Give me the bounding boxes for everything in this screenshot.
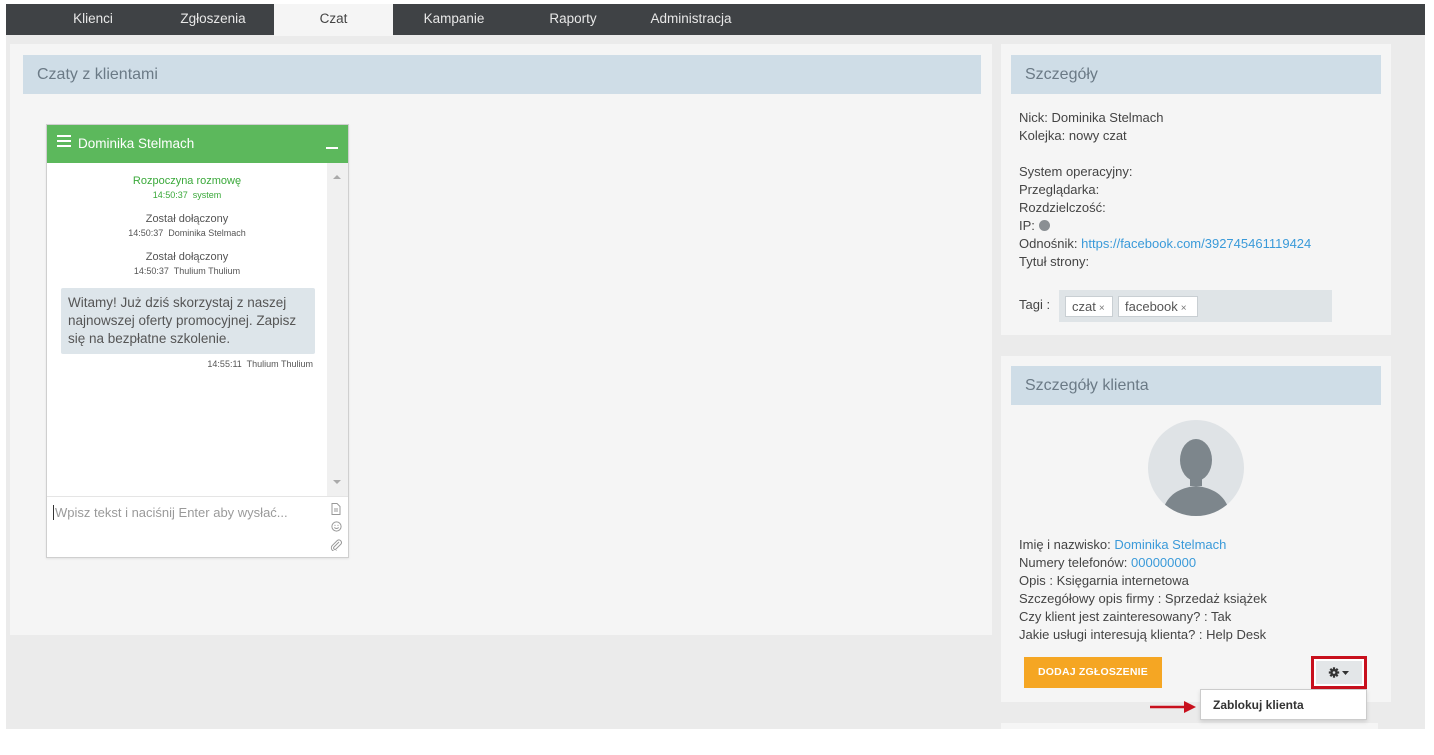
client-avatar bbox=[1148, 420, 1244, 516]
tag-chip: czat × bbox=[1065, 296, 1113, 317]
minimize-icon[interactable] bbox=[326, 133, 338, 149]
chat-scrollbar[interactable] bbox=[327, 163, 348, 496]
queue-line: Kolejka: nowy czat bbox=[1019, 128, 1127, 143]
page-title-line: Tytuł strony: bbox=[1019, 254, 1090, 269]
gear-icon bbox=[1328, 667, 1349, 678]
details-panel-title: Szczegóły bbox=[1011, 55, 1381, 94]
tab-klienci[interactable]: Klienci bbox=[46, 4, 140, 35]
message-time: 14:50:37 bbox=[133, 266, 169, 276]
scroll-up-icon[interactable] bbox=[333, 175, 341, 179]
referrer-line: Odnośnik: https://facebook.com/392745461… bbox=[1019, 235, 1311, 253]
tag-chip: facebook × bbox=[1118, 296, 1198, 317]
emoji-icon[interactable] bbox=[330, 521, 342, 533]
client-name-line: Imię i nazwisko: Dominika Stelmach bbox=[1019, 536, 1267, 554]
user-silhouette-icon bbox=[1162, 439, 1230, 516]
client-services-line: Jakie usługi interesują klienta? : Help … bbox=[1019, 627, 1267, 642]
tab-kampanie[interactable]: Kampanie bbox=[406, 4, 502, 35]
system-message-text: Rozpoczyna rozmowę bbox=[132, 175, 242, 187]
client-interested-line: Czy klient jest zainteresowany? : Tak bbox=[1019, 609, 1232, 624]
ip-line: IP: bbox=[1019, 217, 1311, 235]
referrer-link[interactable]: https://facebook.com/392745461119424 bbox=[1081, 236, 1311, 251]
chat-window-header: Dominika Stelmach bbox=[47, 125, 348, 163]
system-message-text: Został dołączony bbox=[145, 213, 229, 225]
message-time: 14:55:11 bbox=[207, 359, 242, 369]
tab-raporty[interactable]: Raporty bbox=[526, 4, 620, 35]
client-phone-link[interactable]: 000000000 bbox=[1131, 555, 1196, 570]
attachment-icon[interactable] bbox=[330, 539, 342, 552]
system-message-meta: 14:50:37 system bbox=[47, 190, 327, 200]
top-navigation: Klienci Zgłoszenia Czat Kampanie Raporty… bbox=[6, 4, 1425, 36]
client-details-panel: Szczegóły klienta bbox=[1001, 356, 1391, 702]
block-client-menu-item[interactable]: Zablokuj klienta bbox=[1213, 690, 1304, 720]
chats-panel: Czaty z klientami Dominika Stelmach Rozp… bbox=[10, 44, 992, 635]
system-message-meta: 14:50:37 Thulium Thulium bbox=[47, 266, 327, 276]
chat-contact-name: Dominika Stelmach bbox=[78, 136, 195, 151]
client-phone-line: Numery telefonów: 000000000 bbox=[1019, 554, 1267, 572]
client-name-link[interactable]: Dominika Stelmach bbox=[1114, 537, 1226, 552]
nick-line: Nick: Dominika Stelmach bbox=[1019, 110, 1164, 125]
ip-label: IP: bbox=[1019, 218, 1035, 233]
tags-label: Tagi : bbox=[1019, 297, 1051, 312]
scroll-down-icon[interactable] bbox=[333, 480, 341, 484]
tab-zgloszenia[interactable]: Zgłoszenia bbox=[166, 4, 260, 35]
remove-tag-icon[interactable]: × bbox=[1099, 303, 1105, 314]
tag-label: czat bbox=[1072, 299, 1096, 314]
chat-message-input[interactable]: Wpisz tekst i naciśnij Enter aby wysłać.… bbox=[47, 496, 348, 557]
client-company-desc-line: Szczegółowy opis firmy : Sprzedaż książe… bbox=[1019, 591, 1267, 606]
browser-line: Przeglądarka: bbox=[1019, 182, 1100, 197]
chat-message-bubble: Witamy! Już dziś skorzystaj z naszej naj… bbox=[61, 288, 315, 354]
message-time: 14:50:37 bbox=[152, 190, 188, 200]
system-message-meta: 14:50:37 Dominika Stelmach bbox=[47, 228, 327, 238]
resolution-line: Rozdzielczość: bbox=[1019, 200, 1106, 215]
add-ticket-button[interactable]: DODAJ ZGŁOSZENIE bbox=[1024, 657, 1162, 688]
client-name-label: Imię i nazwisko: bbox=[1019, 537, 1111, 552]
client-details-panel-title: Szczegóły klienta bbox=[1011, 366, 1381, 405]
chat-input-placeholder: Wpisz tekst i naciśnij Enter aby wysłać.… bbox=[53, 505, 288, 520]
system-message: Rozpoczyna rozmowę 14:50:37 system bbox=[47, 175, 327, 200]
hamburger-menu-icon[interactable] bbox=[57, 135, 71, 147]
chat-window: Dominika Stelmach Rozpoczyna rozmowę 14:… bbox=[46, 124, 349, 558]
message-time: 14:50:37 bbox=[128, 228, 164, 238]
client-actions-button-face bbox=[1316, 661, 1362, 684]
message-author: system bbox=[192, 190, 222, 200]
system-message: Został dołączony 14:50:37 Dominika Stelm… bbox=[47, 213, 327, 238]
message-author: Thulium Thulium bbox=[246, 359, 313, 369]
client-phone-label: Numery telefonów: bbox=[1019, 555, 1128, 570]
client-actions-dropdown: Zablokuj klienta bbox=[1200, 689, 1367, 720]
tags-input[interactable]: czat × facebook × bbox=[1059, 290, 1332, 322]
client-desc-line: Opis : Księgarnia internetowa bbox=[1019, 573, 1189, 588]
document-icon[interactable] bbox=[330, 503, 342, 515]
message-author: Dominika Stelmach bbox=[168, 228, 246, 238]
referrer-label: Odnośnik: bbox=[1019, 236, 1078, 251]
tab-administracja[interactable]: Administracja bbox=[636, 4, 746, 35]
message-author: Thulium Thulium bbox=[173, 266, 241, 276]
os-line: System operacyjny: bbox=[1019, 164, 1133, 179]
client-info: Imię i nazwisko: Dominika Stelmach Numer… bbox=[1019, 536, 1267, 644]
red-arrow-annotation-icon bbox=[1150, 701, 1196, 713]
remove-tag-icon[interactable]: × bbox=[1181, 303, 1187, 314]
next-panel-edge bbox=[1001, 723, 1378, 729]
chat-messages[interactable]: Rozpoczyna rozmowę 14:50:37 system Zosta… bbox=[47, 163, 327, 496]
globe-icon bbox=[1038, 220, 1050, 231]
tab-czat[interactable]: Czat bbox=[274, 4, 393, 36]
tag-label: facebook bbox=[1125, 299, 1178, 314]
chat-message-meta: 14:55:11 Thulium Thulium bbox=[207, 359, 313, 369]
system-message: Został dołączony 14:50:37 Thulium Thuliu… bbox=[47, 251, 327, 276]
details-info: Nick: Dominika Stelmach Kolejka: nowy cz… bbox=[1019, 109, 1311, 271]
chats-panel-title: Czaty z klientami bbox=[23, 55, 981, 94]
client-actions-button[interactable] bbox=[1311, 656, 1367, 689]
system-message-text: Został dołączony bbox=[145, 251, 229, 263]
